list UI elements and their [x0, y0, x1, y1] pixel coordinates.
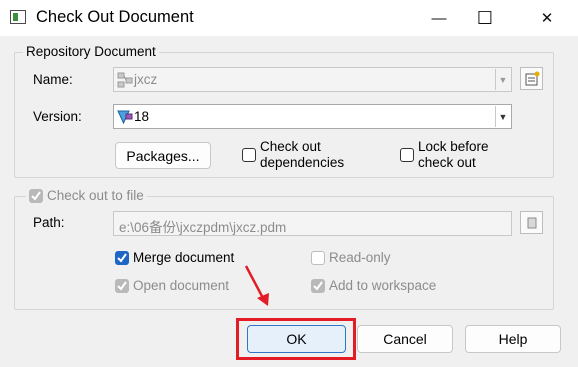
name-dropdown-arrow[interactable]: ▼: [495, 69, 510, 90]
minimize-button[interactable]: —: [416, 0, 462, 36]
title-bar: Check Out Document — ☐ ✕: [0, 0, 578, 36]
annotation-arrow-icon: [244, 265, 269, 306]
check-out-dependencies-checkbox[interactable]: [242, 148, 256, 162]
merge-document-label: Merge document: [133, 250, 235, 265]
read-only-label: Read-only: [329, 250, 391, 265]
repository-document-legend: Repository Document: [23, 44, 159, 59]
chevron-down-icon: ▼: [498, 74, 508, 85]
version-dropdown-arrow[interactable]: ▼: [495, 106, 510, 127]
version-combo[interactable]: 18 ▼: [113, 104, 512, 129]
check-out-to-file-legend: Check out to file: [26, 188, 147, 203]
lock-before-check-out-label: Lock before check out: [418, 139, 489, 170]
name-combo[interactable]: jxcz ▼: [113, 67, 512, 92]
version-label: Version:: [33, 109, 82, 124]
path-field[interactable]: e:\06备份\jxczpdm\jxcz.pdm: [113, 211, 512, 236]
path-label: Path:: [33, 215, 65, 230]
check-out-to-file-label: Check out to file: [47, 188, 144, 203]
help-button[interactable]: Help: [465, 325, 561, 353]
maximize-icon: ☐: [476, 7, 494, 28]
add-to-workspace-checkbox[interactable]: [311, 279, 325, 293]
close-button[interactable]: ✕: [524, 0, 570, 36]
add-to-workspace-label: Add to workspace: [329, 278, 437, 293]
open-document-label: Open document: [133, 278, 230, 293]
ok-highlight-box: [236, 318, 356, 360]
browse-icon: [525, 71, 540, 86]
read-only-checkbox[interactable]: [311, 251, 325, 265]
browse-name-button[interactable]: [520, 67, 543, 90]
version-value: 18: [134, 109, 150, 124]
path-value: e:\06备份\jxczpdm\jxcz.pdm: [119, 220, 287, 235]
maximize-button[interactable]: ☐: [462, 0, 508, 36]
packages-button[interactable]: Packages...: [115, 142, 211, 169]
checkmark-icon: [117, 253, 127, 263]
open-document-checkbox[interactable]: [115, 279, 129, 293]
close-icon: ✕: [540, 10, 554, 27]
checkmark-icon: [313, 281, 323, 291]
name-value: jxcz: [134, 72, 158, 87]
browse-path-button[interactable]: [520, 211, 543, 234]
check-out-dependencies-label: Check out dependencies: [260, 139, 345, 170]
checkmark-icon: [117, 281, 127, 291]
app-icon: [10, 10, 26, 24]
lock-before-check-out-checkbox[interactable]: [400, 148, 414, 162]
version-icon: [117, 110, 133, 125]
chevron-down-icon: ▼: [498, 111, 508, 122]
cancel-button[interactable]: Cancel: [357, 325, 453, 353]
file-browse-icon: [527, 217, 537, 229]
model-icon: [117, 72, 133, 88]
window-title: Check Out Document: [36, 8, 194, 26]
merge-document-checkbox[interactable]: [115, 251, 129, 265]
minimize-icon: —: [431, 9, 447, 27]
name-label: Name:: [33, 72, 73, 87]
check-out-to-file-checkbox[interactable]: [29, 188, 43, 203]
checkmark-icon: [31, 190, 41, 201]
